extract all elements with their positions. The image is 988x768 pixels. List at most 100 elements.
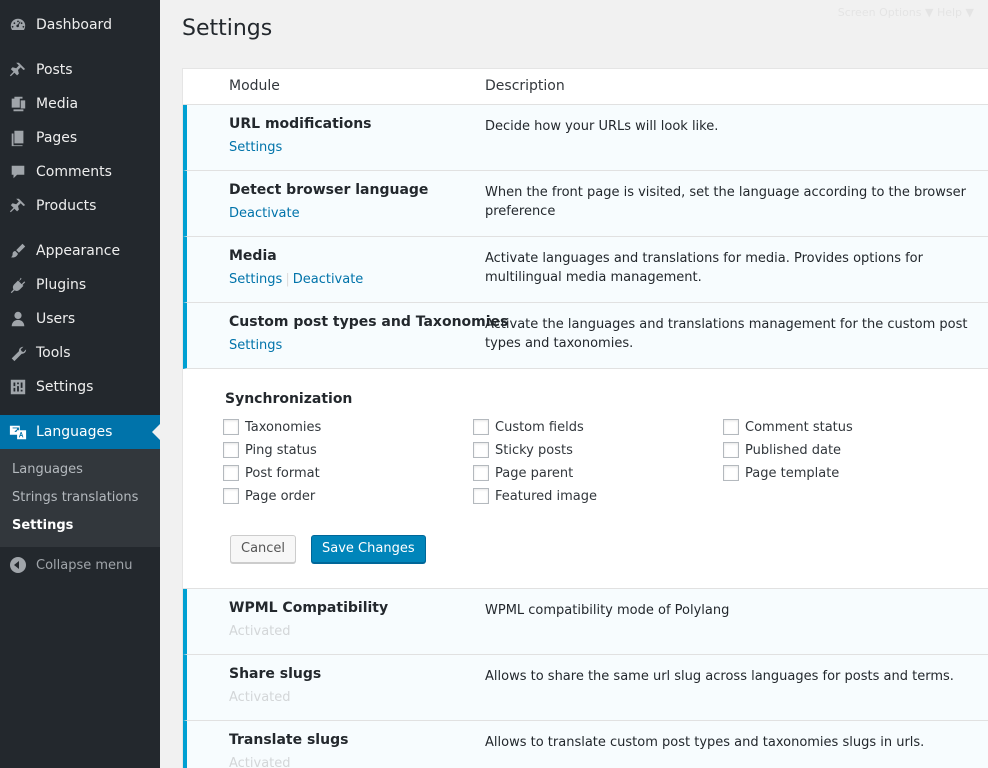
translation-icon xyxy=(0,415,36,449)
module-actions: Settings xyxy=(229,338,282,353)
table-row: Detect browser language Deactivate When … xyxy=(183,171,988,237)
modules-table: Module Description URL modifications Set… xyxy=(182,68,988,768)
table-row: Custom post types and Taxonomies Setting… xyxy=(183,303,988,369)
table-row: URL modifications Settings Decide how yo… xyxy=(183,105,988,171)
media-icon xyxy=(0,87,36,121)
menu-item-dashboard[interactable]: Dashboard xyxy=(0,8,160,42)
checkbox-page-parent[interactable]: Page parent xyxy=(473,465,573,481)
screen-meta-links[interactable]: Screen Options ▼ Help ▼ xyxy=(838,6,974,19)
checkbox-label: Custom fields xyxy=(495,419,584,435)
checkbox-page-template[interactable]: Page template xyxy=(723,465,839,481)
checkbox-sticky-posts[interactable]: Sticky posts xyxy=(473,442,573,458)
checkbox-featured-image[interactable]: Featured image xyxy=(473,488,597,504)
checkbox-published-date[interactable]: Published date xyxy=(723,442,841,458)
module-actions: Settings xyxy=(229,140,282,155)
checkbox-ping-status[interactable]: Ping status xyxy=(223,442,317,458)
collapse-menu-button[interactable]: Collapse menu xyxy=(0,548,160,582)
menu-item-settings[interactable]: Settings xyxy=(0,370,160,404)
module-description: Allows to share the same url slug across… xyxy=(485,669,954,684)
menu-label: Comments xyxy=(36,164,112,180)
menu-label: Appearance xyxy=(36,243,121,259)
checkbox-comment-status[interactable]: Comment status xyxy=(723,419,853,435)
menu-item-languages[interactable]: Languages xyxy=(0,415,160,449)
menu-item-appearance[interactable]: Appearance xyxy=(0,234,160,268)
checkbox[interactable] xyxy=(723,442,739,458)
checkbox[interactable] xyxy=(223,465,239,481)
checkbox[interactable] xyxy=(473,442,489,458)
checkbox[interactable] xyxy=(473,419,489,435)
menu-item-posts[interactable]: Posts xyxy=(0,53,160,87)
dashboard-icon xyxy=(0,8,36,42)
collapse-label: Collapse menu xyxy=(36,557,133,573)
module-actions: Deactivate xyxy=(229,206,300,221)
submenu-item-settings[interactable]: Settings xyxy=(12,518,73,533)
checkbox-label: Page template xyxy=(745,465,840,481)
checkbox[interactable] xyxy=(723,419,739,435)
languages-submenu: Languages Strings translations Settings xyxy=(0,449,160,547)
menu-label: Plugins xyxy=(36,277,87,293)
submenu-item-languages[interactable]: Languages xyxy=(12,462,83,477)
checkbox-label: Featured image xyxy=(495,488,598,504)
checkbox[interactable] xyxy=(473,488,489,504)
cancel-button[interactable]: Cancel xyxy=(230,535,297,563)
checkbox[interactable] xyxy=(723,465,739,481)
pin-icon xyxy=(0,189,36,223)
checkbox-taxonomies[interactable]: Taxonomies xyxy=(223,419,321,435)
settings-link[interactable]: Settings xyxy=(229,140,282,155)
settings-link[interactable]: Settings xyxy=(229,338,282,353)
menu-label: Settings xyxy=(36,379,94,395)
menu-label: Products xyxy=(36,198,97,214)
menu-item-products[interactable]: Products xyxy=(0,189,160,223)
menu-item-comments[interactable]: Comments xyxy=(0,155,160,189)
menu-label: Posts xyxy=(36,62,73,78)
module-description: Activate languages and translations for … xyxy=(485,251,923,285)
menu-item-plugins[interactable]: Plugins xyxy=(0,268,160,302)
module-actions: Activated xyxy=(229,756,291,768)
module-title: URL modifications xyxy=(229,116,372,132)
deactivate-link[interactable]: Deactivate xyxy=(229,206,300,221)
plug-icon xyxy=(0,268,36,302)
checkbox-post-format[interactable]: Post format xyxy=(223,465,320,481)
column-header-module: Module xyxy=(229,78,280,94)
menu-label: Users xyxy=(36,311,76,327)
column-header-description: Description xyxy=(485,78,565,94)
comment-icon xyxy=(0,155,36,189)
checkbox-page-order[interactable]: Page order xyxy=(223,488,315,504)
settings-link[interactable]: Settings xyxy=(229,272,282,287)
pin-icon xyxy=(0,53,36,87)
checkbox[interactable] xyxy=(473,465,489,481)
checkbox-custom-fields[interactable]: Custom fields xyxy=(473,419,584,435)
menu-label: Tools xyxy=(36,345,71,361)
checkbox[interactable] xyxy=(223,419,239,435)
checkbox[interactable] xyxy=(223,442,239,458)
pages-icon xyxy=(0,121,36,155)
checkbox-label: Page order xyxy=(245,488,316,504)
menu-label: Media xyxy=(36,96,79,112)
module-title: Detect browser language xyxy=(229,182,429,198)
menu-item-pages[interactable]: Pages xyxy=(0,121,160,155)
module-description: Activate the languages and translations … xyxy=(485,317,968,351)
module-description: Decide how your URLs will look like. xyxy=(485,119,719,134)
module-title: Share slugs xyxy=(229,666,322,682)
menu-item-media[interactable]: Media xyxy=(0,87,160,121)
deactivate-link[interactable]: Deactivate xyxy=(293,272,364,287)
module-title: Media xyxy=(229,248,277,264)
current-indicator xyxy=(152,424,160,440)
module-description: When the front page is visited, set the … xyxy=(485,185,967,219)
checkbox-label: Sticky posts xyxy=(495,442,573,458)
page-title: Settings xyxy=(182,16,273,41)
menu-item-users[interactable]: Users xyxy=(0,302,160,336)
submenu-item-strings-translations[interactable]: Strings translations xyxy=(12,490,138,505)
action-separator: | xyxy=(285,272,290,287)
menu-label: Dashboard xyxy=(36,17,112,33)
menu-label: Languages xyxy=(36,424,113,440)
menu-item-tools[interactable]: Tools xyxy=(0,336,160,370)
module-title: Translate slugs xyxy=(229,732,349,748)
module-title: WPML Compatibility xyxy=(229,600,389,616)
checkbox[interactable] xyxy=(223,488,239,504)
save-changes-button[interactable]: Save Changes xyxy=(311,535,426,563)
module-actions: Settings | Deactivate xyxy=(229,272,363,287)
menu-label: Pages xyxy=(36,130,78,146)
checkbox-label: Comment status xyxy=(745,419,853,435)
wrench-icon xyxy=(0,336,36,370)
